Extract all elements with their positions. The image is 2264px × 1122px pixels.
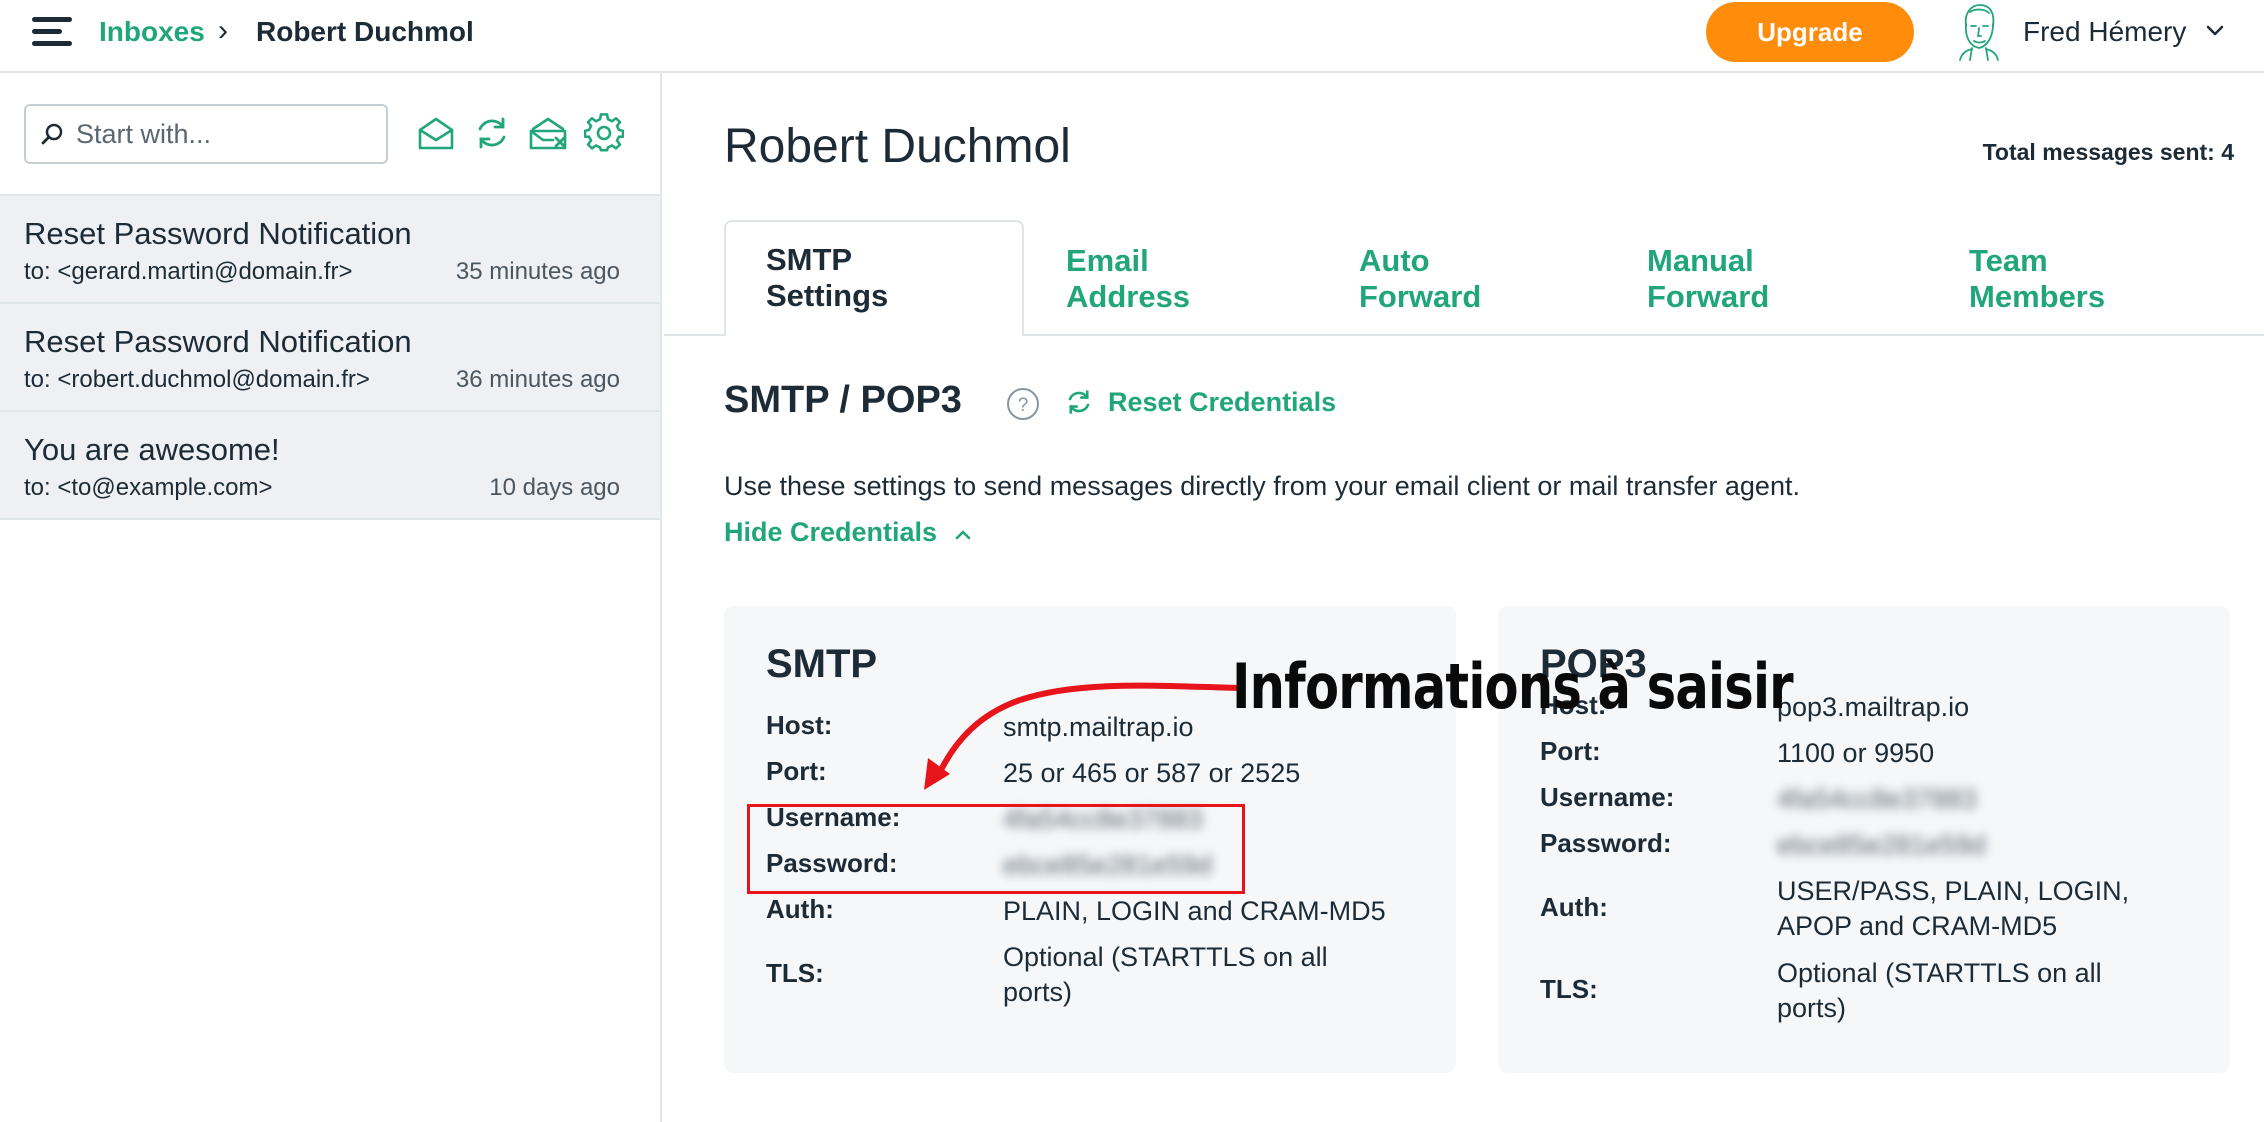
chevron-up-icon[interactable] bbox=[954, 527, 972, 541]
hide-credentials-toggle[interactable]: Hide Credentials bbox=[724, 517, 937, 548]
search-input[interactable] bbox=[76, 114, 376, 154]
tab-label-line1: Team bbox=[1969, 243, 2048, 278]
avatar[interactable] bbox=[1950, 2, 2006, 62]
message-subject: Reset Password Notification bbox=[24, 216, 412, 251]
upgrade-button[interactable]: Upgrade bbox=[1706, 2, 1914, 62]
search-icon bbox=[41, 123, 63, 145]
field-label: Port: bbox=[1540, 736, 1601, 766]
pop3-tls-value: Optional (STARTTLS on all ports) bbox=[1777, 958, 2102, 1023]
field-label: TLS: bbox=[1540, 974, 1598, 1004]
inbox-settings-panel: Robert Duchmol Total messages sent: 4 SM… bbox=[664, 73, 2264, 1122]
user-menu-name[interactable]: Fred Hémery bbox=[2023, 16, 2186, 48]
help-glyph: ? bbox=[1018, 395, 1029, 416]
message-subject: Reset Password Notification bbox=[24, 324, 412, 359]
search-box[interactable] bbox=[24, 104, 388, 164]
message-recipient: to: <gerard.martin@domain.fr> bbox=[24, 258, 353, 285]
tab-manual-forward[interactable]: Manual Forward bbox=[1647, 243, 1769, 315]
refresh-icon[interactable] bbox=[1064, 387, 1094, 417]
message-time: 10 days ago bbox=[489, 474, 620, 501]
pop3-host-value: pop3.mailtrap.io bbox=[1777, 692, 1970, 722]
tab-smtp-settings[interactable]: SMTP Settings bbox=[724, 220, 1024, 336]
tab-label-line2: Forward bbox=[1359, 279, 1482, 314]
chevron-down-icon[interactable] bbox=[2204, 22, 2226, 38]
message-subject: You are awesome! bbox=[24, 432, 280, 467]
section-title: SMTP / POP3 bbox=[724, 379, 962, 421]
tab-auto-forward[interactable]: Auto Forward bbox=[1359, 243, 1481, 315]
message-time: 36 minutes ago bbox=[455, 366, 620, 393]
tab-label-line2: Forward bbox=[1647, 279, 1770, 314]
field-label: TLS: bbox=[766, 958, 824, 988]
smtp-auth-value: PLAIN, LOGIN and CRAM-MD5 bbox=[1003, 896, 1386, 926]
smtp-tls-value: Optional (STARTTLS on all ports) bbox=[1003, 942, 1328, 1007]
message-recipient: to: <to@example.com> bbox=[24, 474, 273, 501]
pop3-password-value: ebce85e281e59d bbox=[1777, 830, 1986, 860]
field-label: Auth: bbox=[766, 894, 834, 924]
settings-description: Use these settings to send messages dire… bbox=[724, 471, 1800, 501]
pop3-port-value: 1100 or 9950 bbox=[1777, 738, 1935, 768]
message-time: 35 minutes ago bbox=[455, 258, 620, 285]
tab-label-line2: Address bbox=[1066, 279, 1191, 314]
help-circle-icon[interactable]: ? bbox=[1006, 387, 1040, 421]
card-title: SMTP bbox=[766, 642, 878, 686]
message-list: Reset Password Notification to: <gerard.… bbox=[0, 194, 660, 520]
tab-label-line1: Manual bbox=[1647, 243, 1754, 278]
breadcrumb-separator: › bbox=[218, 14, 228, 47]
tab-label-line1: Email bbox=[1066, 243, 1149, 278]
field-label: Username: bbox=[1540, 782, 1675, 812]
field-label: Host: bbox=[766, 710, 833, 740]
pop3-username-value: 4fa54cc8e37883 bbox=[1777, 784, 1977, 814]
total-messages-sent: Total messages sent: 4 bbox=[1982, 139, 2234, 165]
annotation-arrow bbox=[924, 682, 1243, 790]
tab-team-members[interactable]: Team Members bbox=[1969, 243, 2105, 315]
list-item[interactable]: Reset Password Notification to: <robert.… bbox=[0, 304, 660, 412]
tab-label-line2: Members bbox=[1969, 279, 2106, 314]
inbox-sidebar: Reset Password Notification to: <gerard.… bbox=[0, 73, 662, 1122]
field-label: Auth: bbox=[1540, 892, 1608, 922]
tab-email-address[interactable]: Email Address bbox=[1066, 243, 1190, 315]
list-item[interactable]: You are awesome! to: <to@example.com> 10… bbox=[0, 412, 660, 520]
field-label: Password: bbox=[1540, 828, 1672, 858]
refresh-icon[interactable] bbox=[472, 113, 512, 153]
message-recipient: to: <robert.duchmol@domain.fr> bbox=[24, 366, 370, 393]
field-label: Port: bbox=[766, 756, 827, 786]
hamburger-menu-icon[interactable] bbox=[32, 15, 72, 51]
gear-icon[interactable] bbox=[584, 113, 624, 153]
clear-inbox-icon[interactable] bbox=[528, 113, 568, 153]
annotation-highlight-box bbox=[747, 804, 1245, 894]
tab-label-line1: SMTP bbox=[766, 242, 853, 277]
top-bar: Inboxes › Robert Duchmol Upgrade Fred Hé… bbox=[0, 0, 2264, 73]
page-title: Robert Duchmol bbox=[724, 120, 1071, 173]
tab-label-line2: Settings bbox=[766, 278, 889, 313]
pop3-auth-value: USER/PASS, PLAIN, LOGIN, APOP and CRAM-M… bbox=[1777, 876, 2130, 941]
reset-credentials-link[interactable]: Reset Credentials bbox=[1108, 387, 1336, 418]
breadcrumb-inboxes-link[interactable]: Inboxes bbox=[99, 16, 205, 48]
annotation-label: Informations à saisir bbox=[1232, 650, 1794, 723]
list-item[interactable]: Reset Password Notification to: <gerard.… bbox=[0, 196, 660, 304]
tab-label-line1: Auto bbox=[1359, 243, 1430, 278]
breadcrumb-current: Robert Duchmol bbox=[256, 16, 474, 47]
open-envelope-icon[interactable] bbox=[416, 113, 456, 153]
